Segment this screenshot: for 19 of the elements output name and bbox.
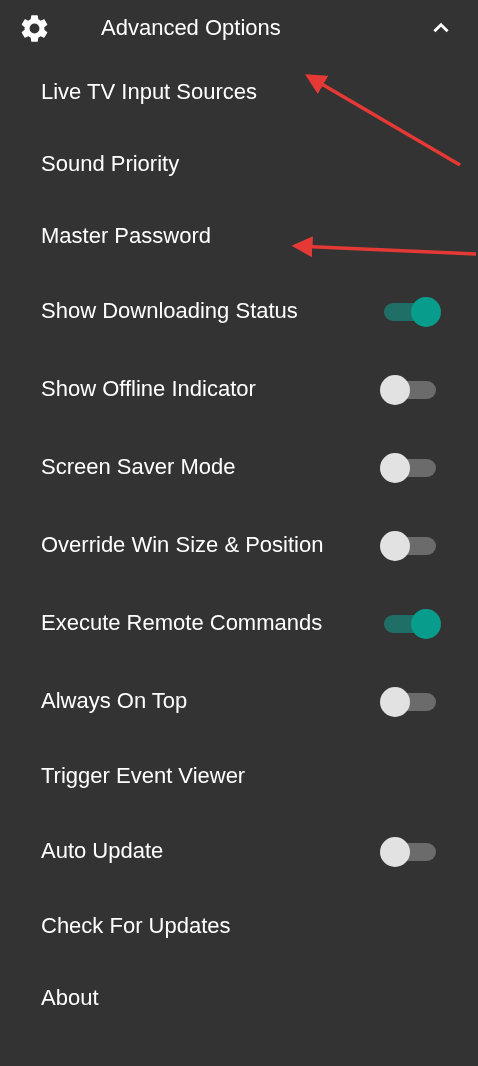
- menu-item[interactable]: Trigger Event Viewer: [41, 763, 246, 789]
- setting-label: Auto Update: [41, 838, 164, 864]
- menu-item[interactable]: About: [41, 985, 99, 1011]
- menu-item[interactable]: Sound Priority: [41, 151, 180, 177]
- toggle-switch[interactable]: [380, 530, 438, 560]
- toggle-switch[interactable]: [380, 374, 438, 404]
- section-header[interactable]: Advanced Options: [0, 0, 478, 56]
- setting-label: Screen Saver Mode: [41, 454, 236, 480]
- setting-label: Execute Remote Commands: [41, 610, 323, 636]
- menu-item[interactable]: Check For Updates: [41, 913, 231, 939]
- setting-label: Override Win Size & Position: [41, 532, 324, 558]
- toggle-switch[interactable]: [380, 686, 438, 716]
- toggle-switch[interactable]: [380, 836, 438, 866]
- menu-item[interactable]: Master Password: [41, 223, 211, 249]
- menu-item[interactable]: Live TV Input Sources: [41, 79, 258, 105]
- setting-label: Show Downloading Status: [41, 298, 298, 324]
- setting-label: Always On Top: [41, 688, 188, 714]
- toggle-switch[interactable]: [380, 452, 438, 482]
- setting-label: Show Offline Indicator: [41, 376, 256, 402]
